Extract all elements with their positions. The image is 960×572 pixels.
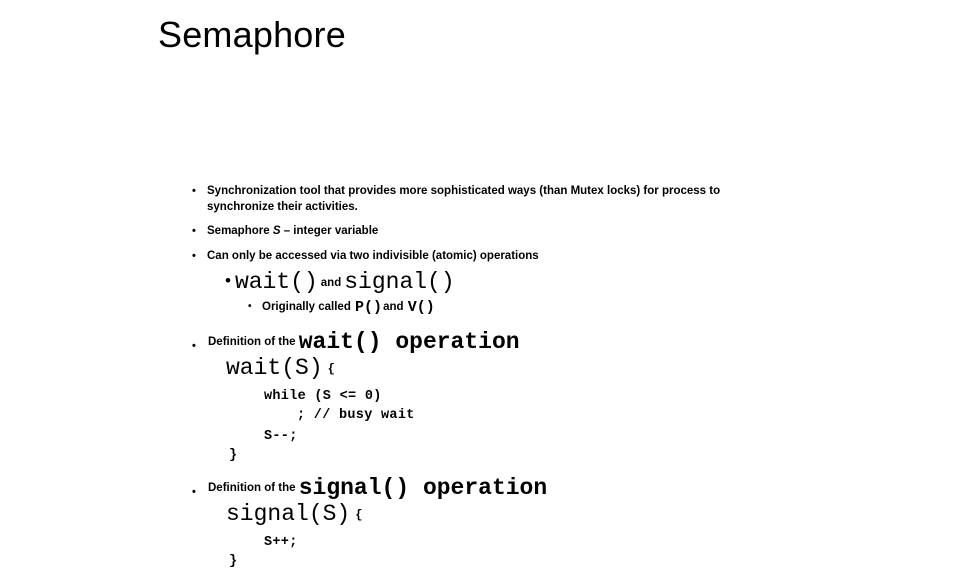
wait-open-brace: { — [327, 362, 335, 376]
originally-called-conjunction: and — [383, 301, 407, 313]
variable-s: S — [272, 225, 281, 237]
signal-open-brace: { — [355, 508, 363, 522]
bullet-item-atomic-operations: Can only be accessed via two indivisible… — [207, 249, 539, 265]
signal-definition-heading: • Definition of the signal() operation — [192, 475, 548, 502]
signal-operation-name: signal() — [344, 269, 455, 295]
bullet-text-3: Can only be accessed via two indivisible… — [207, 250, 539, 262]
p-operation-name: P() — [355, 299, 383, 316]
signal-signature: signal(S) — [226, 501, 351, 527]
signal-definition-label: Definition of the — [208, 482, 299, 494]
signal-code-line-2: } — [229, 554, 238, 569]
v-operation-name: V() — [407, 299, 435, 316]
wait-definition-label: Definition of the — [208, 336, 299, 348]
operations-headline: • wait() and signal() — [225, 268, 455, 297]
signal-signature-line: signal(S) { — [226, 501, 362, 528]
originally-called-row: • Originally called P()and V() — [248, 299, 436, 316]
conjunction-and: and — [320, 277, 342, 289]
wait-code-line-1: while (S <= 0) — [264, 389, 382, 404]
wait-operation-name: wait() — [234, 269, 318, 295]
wait-signature: wait(S) — [226, 355, 323, 381]
signal-code-line-1: S++; — [264, 535, 298, 550]
wait-code-line-2: ; // busy wait — [297, 408, 415, 423]
bullet-item-synchronization: Synchronization tool that provides more … — [207, 184, 767, 215]
originally-called-label: Originally called — [262, 301, 355, 313]
wait-definition-heading: • Definition of the wait() operation — [192, 329, 520, 356]
wait-signature-line: wait(S) { — [226, 355, 335, 382]
bullet-item-semaphore-s: Semaphore S – integer variable — [207, 224, 378, 240]
bullet-marker-signal-definition: • — [192, 486, 196, 498]
bullet-text-1: Synchronization tool that provides more … — [207, 185, 721, 213]
page-title: Semaphore — [158, 14, 346, 55]
slide-canvas: Semaphore • Synchronization tool that pr… — [0, 0, 960, 569]
bullet-marker-3: • — [192, 250, 196, 262]
wait-operation-heading: wait() operation — [298, 329, 520, 355]
signal-operation-heading: signal() operation — [298, 475, 548, 501]
bullet-text-2-prefix: Semaphore — [207, 225, 273, 237]
bullet-marker-operations: • — [225, 271, 231, 290]
bullet-marker-wait-definition: • — [192, 340, 196, 352]
bullet-text-2-suffix: – integer variable — [280, 225, 379, 237]
wait-code-line-3: S--; — [264, 429, 298, 444]
wait-code-line-4: } — [229, 448, 238, 463]
bullet-marker-2: • — [192, 225, 196, 237]
sub-bullet-marker: • — [248, 301, 252, 312]
bullet-marker-1: • — [192, 185, 196, 197]
